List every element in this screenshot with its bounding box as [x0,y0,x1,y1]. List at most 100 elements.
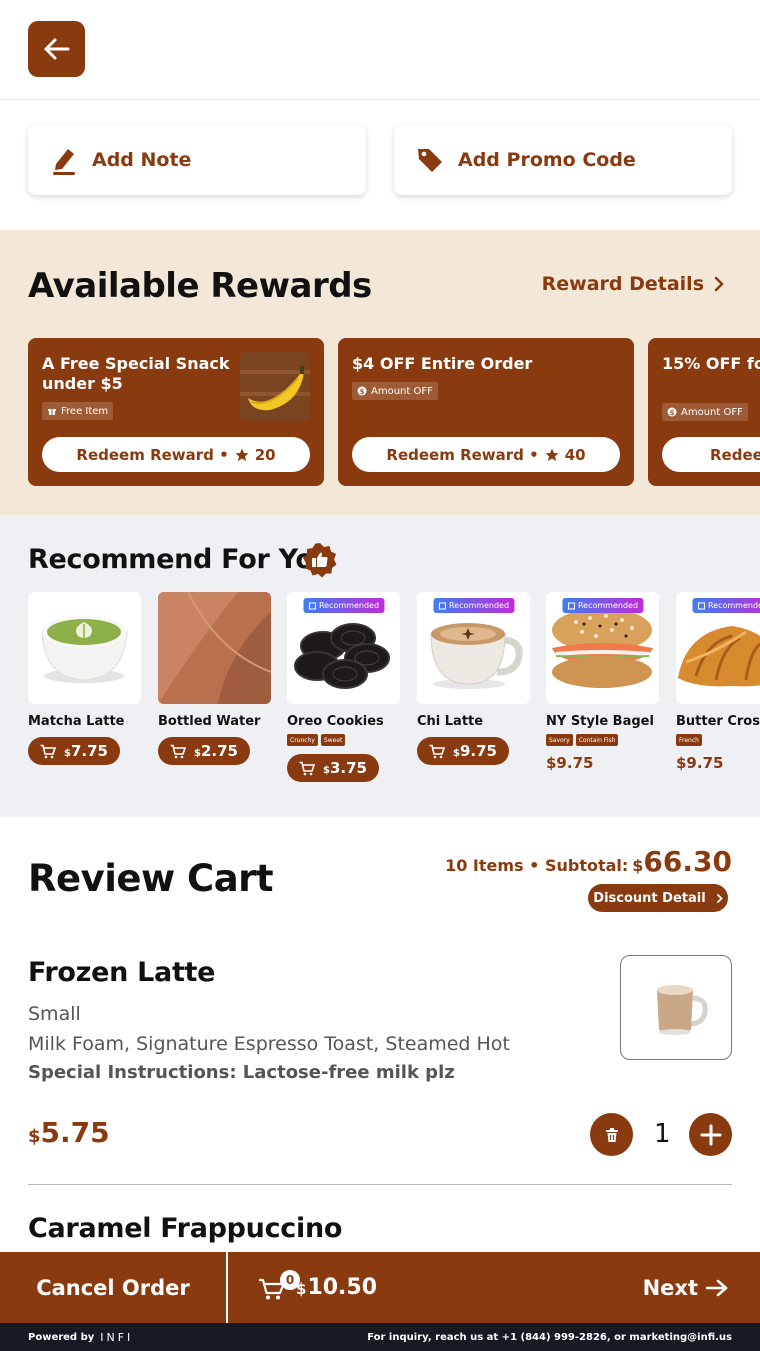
top-bar [0,0,760,100]
price-tag-icon [416,146,444,174]
item-tags: Savory Contain Fish [546,734,660,746]
add-to-cart-button[interactable]: $9.75 [417,737,509,765]
subtotal-amount: 66.30 [643,845,732,878]
cart-subtotal: 10 Items • Subtotal: $66.30 [445,845,732,878]
recommend-section: Recommend For You Matcha Latte $7.75 Bot… [0,515,760,817]
matcha-latte-image [28,592,141,704]
recommended-tag: Recommended [691,598,760,613]
redeem-label: Redeem [710,445,760,464]
cart-item-price: $5.75 [28,1116,110,1149]
next-button[interactable]: Next [643,1252,728,1323]
cart-item-options: Milk Foam, Signature Espresso Toast, Ste… [28,1033,510,1055]
next-label: Next [642,1275,698,1300]
cart-item-quantity: 1 [654,1119,671,1149]
chevron-right-icon [716,893,723,904]
recommend-item[interactable]: Recommended Butter Crossa French $9.75 [676,592,760,772]
cart-summary-button[interactable]: 0 $10.50 [258,1252,377,1323]
add-to-cart-button[interactable]: $2.75 [158,737,250,765]
chip-icon [438,602,446,610]
discount-detail-label: Discount Detail [593,890,706,906]
recommend-item[interactable]: Recommended Oreo Cookies Crunchy Sweet $… [287,592,401,782]
reward-tag: $ Amount OFF [662,403,748,421]
infi-logo: INFI [100,1330,134,1344]
discount-detail-button[interactable]: Discount Detail [588,884,728,912]
cart-icon [299,761,315,776]
bottled-water-image [158,592,271,704]
recommended-label: Recommended [448,601,510,610]
cart-icon [40,744,56,759]
remove-item-button[interactable] [590,1113,633,1156]
price-currency: $ [194,748,201,759]
rewards-section: Available Rewards Reward Details A Free … [0,230,760,515]
reward-title: A Free Special Snack under $5 [42,354,230,393]
cart-icon [429,744,445,759]
add-note-button[interactable]: Add Note [28,125,366,195]
cart-item-name: Frozen Latte [28,957,216,988]
add-promo-code-label: Add Promo Code [458,149,636,171]
dollar-circle-icon: $ [667,407,677,417]
item-name: Bottled Water [158,714,261,729]
reward-title: 15% OFF for Beverage & F [662,354,760,373]
dollar-circle-icon: $ [357,386,367,396]
pencil-icon [50,145,78,175]
cart-total-amount: 10.50 [307,1275,378,1300]
cart-item-amount: 5.75 [40,1116,110,1149]
reward-card: 15% OFF for Beverage & F $ Amount OFF Re… [648,338,760,486]
star-icon [235,448,249,462]
inquiry-text: For inquiry, reach us at +1 (844) 999-28… [367,1331,732,1343]
reward-title: $4 OFF Entire Order [352,354,533,373]
frozen-latte-image [620,955,732,1060]
recommend-item[interactable]: Matcha Latte $7.75 [28,592,142,765]
recommend-item[interactable]: Recommended Chi Latte $9.75 [417,592,531,765]
reward-card: $4 OFF Entire Order $ Amount OFF Redeem … [338,338,634,486]
checkout-bar: Cancel Order 0 $10.50 Next [0,1252,760,1323]
item-price: 7.75 [70,742,108,760]
svg-text:$: $ [360,388,365,396]
chevron-right-icon [714,276,724,292]
redeem-reward-button[interactable]: Redeem [662,437,760,472]
increase-quantity-button[interactable] [689,1113,732,1156]
item-name: Oreo Cookies [287,714,384,729]
recommended-tag: Recommended [432,598,515,613]
cart-item-currency: $ [28,1126,41,1147]
reward-points: 20 [254,445,276,464]
chip-icon [567,602,575,610]
item-tag: Savory [546,734,573,746]
reward-details-label: Reward Details [541,273,704,295]
price-currency: $ [453,748,460,759]
redeem-reward-button[interactable]: Redeem Reward • 40 [352,437,620,472]
recommend-item[interactable]: Bottled Water $2.75 [158,592,272,765]
cancel-order-button[interactable]: Cancel Order [0,1252,226,1323]
redeem-reward-button[interactable]: Redeem Reward • 20 [42,437,310,472]
arrow-left-icon [44,38,70,60]
item-tag: French [676,734,702,746]
back-button[interactable] [28,21,85,77]
item-tag: Crunchy [287,734,318,746]
arrow-right-icon [706,1279,728,1297]
item-tags: Crunchy Sweet [287,734,401,746]
reward-tag: $ Amount OFF [352,382,438,400]
recommended-label: Recommended [577,601,639,610]
recommend-item[interactable]: Recommended NY Style Bagel Savory Contai… [546,592,660,772]
items-count-label: 10 Items • Subtotal: [445,856,629,875]
add-to-cart-button[interactable]: $7.75 [28,737,120,765]
redeem-label: Redeem Reward • [76,445,229,464]
recommend-title: Recommend For You [28,544,333,575]
item-name: NY Style Bagel [546,714,654,729]
star-icon [545,448,559,462]
reward-tag: Free Item [42,402,114,420]
plus-icon [700,1124,722,1146]
chi-latte-image: Recommended [417,592,530,704]
oreo-cookies-image: Recommended [287,592,400,704]
reward-points: 40 [564,445,586,464]
banana-image [240,352,310,422]
add-note-label: Add Note [92,149,192,171]
add-promo-code-button[interactable]: Add Promo Code [394,125,732,195]
butter-croissant-image: Recommended [676,592,760,704]
add-to-cart-button[interactable]: $3.75 [287,754,379,782]
recommended-tag: Recommended [561,598,644,613]
item-tag: Contain Fish [575,734,619,746]
svg-text:$: $ [670,409,675,417]
reward-details-link[interactable]: Reward Details [542,273,724,295]
recommended-label: Recommended [318,601,380,610]
